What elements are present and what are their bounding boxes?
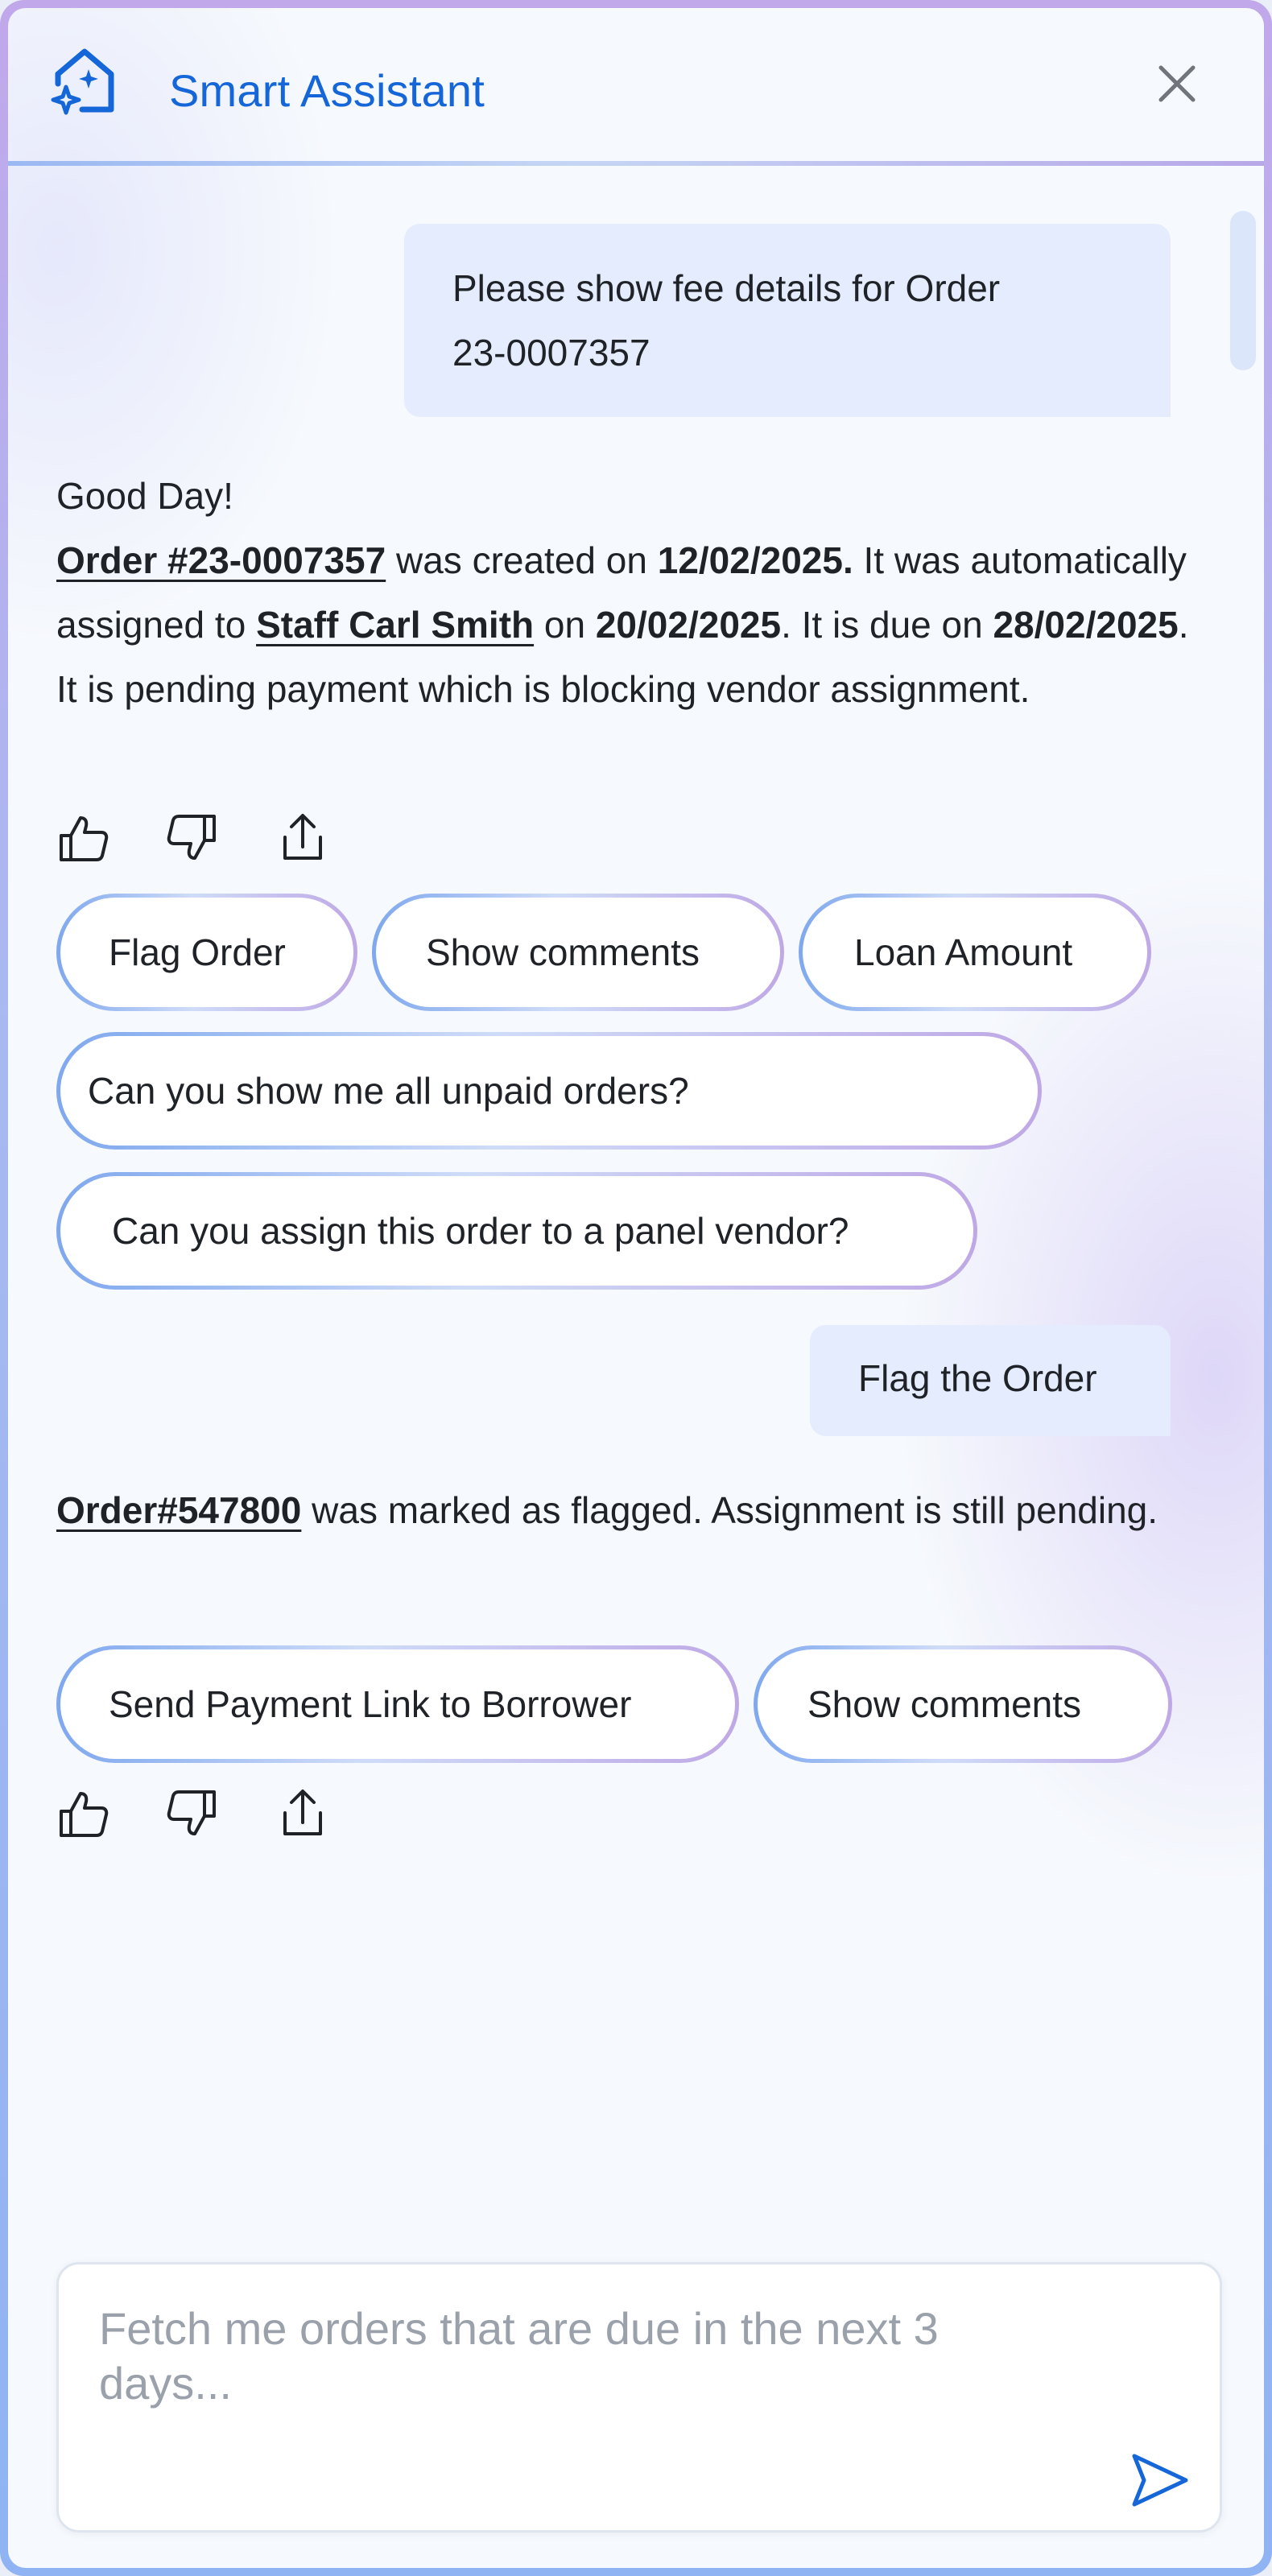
staff-link[interactable]: Staff Carl Smith [256, 604, 534, 646]
user-message-line: Please show fee details for Order [452, 267, 1001, 309]
user-message-line: 23-0007357 [452, 332, 650, 374]
user-message: Please show fee details for Order 23-000… [404, 224, 1171, 417]
send-icon[interactable] [1130, 2450, 1191, 2511]
chip-label: Send Payment Link to Borrower [60, 1649, 735, 1759]
greeting-text: Good Day! [56, 475, 233, 517]
message-text: was created on [386, 539, 658, 581]
assistant-panel: Smart Assistant Please show fee details … [8, 8, 1264, 2568]
header-divider [8, 161, 1264, 166]
chip-label: Can you assign this order to a panel ven… [60, 1176, 973, 1286]
thumbs-up-icon[interactable] [56, 811, 111, 865]
message-actions [56, 811, 346, 865]
thumbs-down-icon[interactable] [164, 811, 219, 865]
page-title: Smart Assistant [169, 65, 485, 116]
share-icon[interactable] [275, 1787, 330, 1840]
thumbs-up-icon[interactable] [56, 1787, 111, 1840]
assistant-frame: Smart Assistant Please show fee details … [0, 0, 1272, 2576]
chip-label: Show comments [758, 1649, 1168, 1759]
suggestion-chip-show-comments[interactable]: Show comments [372, 894, 784, 1011]
message-text: on [534, 604, 596, 646]
suggestion-chip-show-comments-2[interactable]: Show comments [754, 1645, 1172, 1763]
message-text: was marked as flagged. Assignment is sti… [301, 1489, 1158, 1531]
close-icon[interactable] [1151, 58, 1203, 109]
chip-label: Can you show me all unpaid orders? [60, 1036, 1038, 1146]
suggestion-chip-assign-vendor[interactable]: Can you assign this order to a panel ven… [56, 1172, 977, 1290]
chip-label: Show comments [376, 898, 780, 1007]
message-actions [56, 1787, 346, 1840]
assigned-date: 20/02/2025 [595, 604, 782, 646]
suggestion-chip-flag-order[interactable]: Flag Order [56, 894, 357, 1011]
share-icon[interactable] [275, 811, 330, 865]
due-date: 28/02/2025 [993, 604, 1179, 646]
message-text: . It is due on [781, 604, 993, 646]
order-link[interactable]: Order#547800 [56, 1489, 301, 1531]
chip-label: Flag Order [60, 898, 353, 1007]
user-message: Flag the Order [810, 1325, 1171, 1436]
assistant-header: Smart Assistant [8, 8, 1264, 166]
order-link[interactable]: Order #23-0007357 [56, 539, 386, 581]
assistant-message: Good Day! Order #23-0007357 was created … [56, 464, 1191, 721]
assistant-message: Order#547800 was marked as flagged. Assi… [56, 1478, 1191, 1542]
scrollbar-thumb[interactable] [1230, 211, 1256, 370]
thumbs-down-icon[interactable] [164, 1787, 219, 1840]
chat-scrollbar[interactable] [1230, 201, 1256, 2246]
suggestion-chip-send-payment-link[interactable]: Send Payment Link to Borrower [56, 1645, 739, 1763]
created-date: 12/02/2025. [657, 539, 853, 581]
suggestion-chip-unpaid-orders[interactable]: Can you show me all unpaid orders? [56, 1032, 1042, 1150]
chat-input[interactable] [99, 2301, 1081, 2422]
assistant-message-body: Order #23-0007357 was created on 12/02/2… [56, 528, 1191, 721]
chat-input-box [56, 2262, 1222, 2533]
suggestion-chip-loan-amount[interactable]: Loan Amount [799, 894, 1151, 1011]
user-message-line: Flag the Order [858, 1357, 1097, 1399]
house-sparkle-icon [51, 48, 114, 115]
chip-label: Loan Amount [803, 898, 1147, 1007]
